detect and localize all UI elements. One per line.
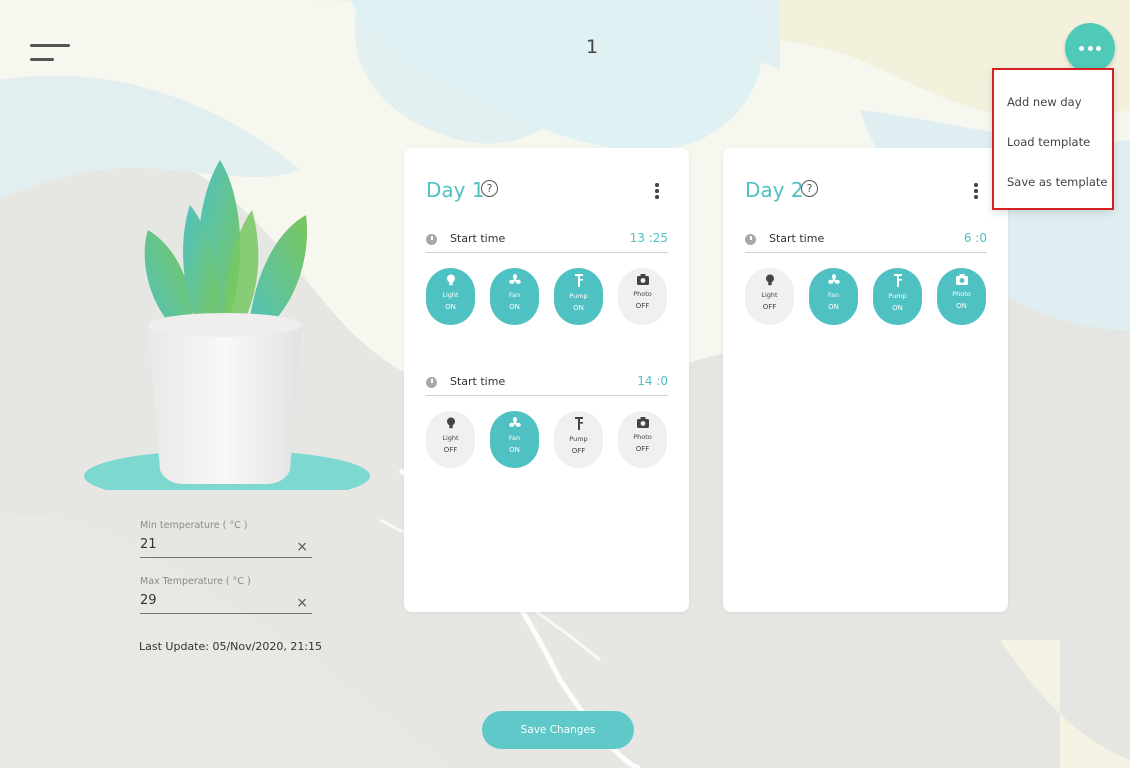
- device-pump-toggle[interactable]: Pump ON: [873, 268, 922, 325]
- more-options-button[interactable]: [1065, 23, 1115, 73]
- device-status: OFF: [635, 445, 650, 453]
- time-slot-row[interactable]: Start time 13 :25: [426, 230, 668, 253]
- clear-max-temperature-icon[interactable]: ×: [296, 595, 308, 611]
- clock-icon: [745, 234, 756, 245]
- hamburger-menu-button[interactable]: [30, 42, 72, 68]
- min-temperature-field[interactable]: Min temperature ( °C ) 21 ×: [140, 520, 312, 558]
- clear-min-temperature-icon[interactable]: ×: [296, 539, 308, 555]
- device-name: Pump: [569, 292, 588, 300]
- device-status: ON: [892, 304, 903, 312]
- device-name: Photo: [633, 290, 652, 298]
- day-card-1: Day 1 ? Start time 13 :25 Light ON Fan O…: [404, 148, 689, 612]
- device-name: Light: [442, 291, 459, 299]
- menu-item-load-template[interactable]: Load template: [1007, 135, 1090, 149]
- kebab-icon[interactable]: [655, 183, 659, 199]
- menu-item-save-as-template[interactable]: Save as template: [1007, 175, 1108, 189]
- max-temperature-field[interactable]: Max Temperature ( °C ) 29 ×: [140, 576, 312, 614]
- day-card-2: Day 2 ? Start time 6 :0 Light OFF Fan ON…: [723, 148, 1008, 612]
- max-temperature-label: Max Temperature ( °C ): [140, 576, 251, 587]
- start-time-label: Start time: [769, 232, 825, 245]
- device-photo-toggle[interactable]: Photo OFF: [618, 268, 667, 325]
- device-pump-toggle[interactable]: Pump OFF: [554, 411, 603, 468]
- fan-icon: [508, 274, 521, 284]
- device-name: Fan: [508, 434, 521, 442]
- last-update-text: Last Update: 05/Nov/2020, 21:15: [139, 640, 323, 653]
- device-photo-toggle[interactable]: Photo OFF: [618, 411, 667, 468]
- lightbulb-icon: [446, 417, 455, 429]
- device-status: ON: [573, 304, 584, 312]
- time-slot-row[interactable]: Start time 6 :0: [745, 230, 987, 253]
- device-light-toggle[interactable]: Light ON: [426, 268, 475, 325]
- min-temperature-input[interactable]: 21: [140, 537, 312, 555]
- start-time-value[interactable]: 13 :25: [630, 231, 668, 245]
- lightbulb-icon: [765, 274, 774, 286]
- device-status: ON: [956, 302, 967, 310]
- plant-illustration: [84, 160, 370, 490]
- kebab-icon[interactable]: [974, 183, 978, 199]
- fan-icon: [508, 417, 521, 427]
- device-status: OFF: [571, 447, 586, 455]
- start-time-value[interactable]: 14 :0: [637, 374, 668, 388]
- device-status: ON: [445, 303, 456, 311]
- device-status: OFF: [443, 446, 458, 454]
- device-status: ON: [828, 303, 839, 311]
- clock-icon: [426, 377, 437, 388]
- device-status: OFF: [635, 302, 650, 310]
- start-time-value[interactable]: 6 :0: [964, 231, 987, 245]
- device-status: OFF: [762, 303, 777, 311]
- question-icon[interactable]: ?: [481, 180, 498, 197]
- day-title: Day 1: [426, 178, 485, 202]
- device-name: Fan: [508, 291, 521, 299]
- max-temperature-input[interactable]: 29: [140, 593, 312, 611]
- device-pump-toggle[interactable]: Pump ON: [554, 268, 603, 325]
- device-fan-toggle[interactable]: Fan ON: [490, 268, 539, 325]
- camera-icon: [955, 274, 968, 285]
- lightbulb-icon: [446, 274, 455, 286]
- question-icon[interactable]: ?: [801, 180, 818, 197]
- device-status: ON: [509, 446, 520, 454]
- device-name: Light: [442, 434, 459, 442]
- device-status: ON: [509, 303, 520, 311]
- device-fan-toggle[interactable]: Fan ON: [490, 411, 539, 468]
- pump-icon: [893, 274, 902, 287]
- device-light-toggle[interactable]: Light OFF: [426, 411, 475, 468]
- options-dropdown-menu: Add new day Load template Save as templa…: [992, 68, 1114, 210]
- device-fan-toggle[interactable]: Fan ON: [809, 268, 858, 325]
- day-title: Day 2: [745, 178, 804, 202]
- device-light-toggle[interactable]: Light OFF: [745, 268, 794, 325]
- device-name: Light: [761, 291, 778, 299]
- camera-icon: [636, 417, 649, 428]
- camera-icon: [636, 274, 649, 285]
- clock-icon: [426, 234, 437, 245]
- start-time-label: Start time: [450, 232, 506, 245]
- device-name: Photo: [633, 433, 652, 441]
- page-number: 1: [585, 36, 599, 58]
- device-name: Photo: [952, 290, 971, 298]
- device-photo-toggle[interactable]: Photo ON: [937, 268, 986, 325]
- device-name: Fan: [827, 291, 840, 299]
- pump-icon: [574, 274, 583, 287]
- time-slot-row[interactable]: Start time 14 :0: [426, 373, 668, 396]
- menu-item-add-new-day[interactable]: Add new day: [1007, 95, 1082, 109]
- min-temperature-label: Min temperature ( °C ): [140, 520, 248, 531]
- device-name: Pump: [888, 292, 907, 300]
- fan-icon: [827, 274, 840, 284]
- device-name: Pump: [569, 435, 588, 443]
- save-changes-button[interactable]: Save Changes: [482, 711, 634, 749]
- start-time-label: Start time: [450, 375, 506, 388]
- pump-icon: [574, 417, 583, 430]
